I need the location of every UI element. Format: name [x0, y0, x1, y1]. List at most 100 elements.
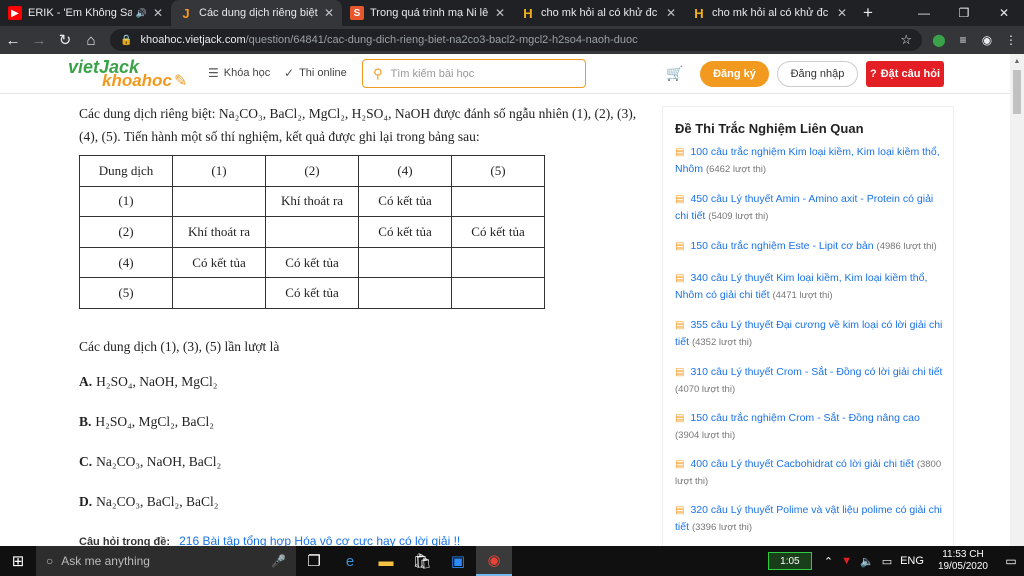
pencil-icon: ✎: [174, 73, 188, 90]
address-bar[interactable]: 🔒 khoahoc.vietjack.com/question/64841/ca…: [110, 29, 922, 51]
zoom-icon[interactable]: ▣: [440, 546, 476, 576]
browser-tab[interactable]: H cho mk hỏi al có khử đc oxit a ✕: [684, 0, 855, 26]
sidebar-exam-item[interactable]: ▤ 100 câu trắc nghiệm Kim loại kiềm, Kim …: [675, 144, 945, 178]
table-cell: [451, 277, 545, 309]
tab-title: Trong quá trình mạ Ni lên một: [370, 7, 489, 19]
page-scrollbar[interactable]: ▲: [1010, 54, 1024, 546]
hamburger-icon: ☰: [208, 66, 219, 80]
sidebar-exam-item[interactable]: ▤ 400 câu Lý thuyết Cacbohidrat có lời gi…: [675, 456, 945, 490]
option-letter: B.: [79, 414, 92, 429]
search-input[interactable]: ⚲ Tìm kiếm bài học: [362, 59, 586, 88]
answer-option-a[interactable]: A. H₂SO₄, NaOH, MgCl₂: [79, 374, 218, 390]
file-explorer-icon[interactable]: ▬: [368, 546, 404, 576]
answer-option-b[interactable]: B. H₂SO₄, MgCl₂, BaCl₂: [79, 414, 214, 430]
chevron-up-icon[interactable]: ⌃: [824, 555, 833, 568]
table-header-cell: (4): [358, 155, 452, 187]
windows-start-icon[interactable]: ⊞: [0, 546, 36, 576]
sidebar-exam-item[interactable]: ▤ 340 câu Lý thuyết Kim loại kiềm, Kim lo…: [675, 270, 945, 304]
antivirus-icon[interactable]: ▼: [841, 555, 852, 567]
task-view-icon[interactable]: ❐: [296, 546, 332, 576]
login-button[interactable]: Đăng nhập: [777, 61, 858, 87]
close-icon[interactable]: ✕: [495, 6, 505, 20]
new-tab-button[interactable]: +: [855, 0, 881, 26]
option-letter: A.: [79, 374, 93, 389]
sidebar-exam-count: (3904 lượt thi): [675, 430, 736, 441]
ask-question-button[interactable]: ? Đặt câu hỏi: [866, 61, 944, 87]
table-cell: (1): [79, 185, 173, 218]
s-icon: S: [350, 6, 364, 20]
nav-quiz[interactable]: ✓ Thi online: [284, 66, 347, 80]
browser-toolbar: ← → ↻ ⌂ 🔒 khoahoc.vietjack.com/question/…: [0, 26, 1024, 54]
window-controls: — ❐ ✕: [904, 0, 1024, 26]
taskbar-search-placeholder: Ask me anything: [61, 554, 150, 568]
nav-courses[interactable]: ☰ Khóa học: [208, 66, 270, 80]
network-icon[interactable]: ▭: [882, 555, 892, 568]
document-icon: ▤: [675, 505, 685, 516]
home-icon[interactable]: ⌂: [78, 27, 104, 53]
back-icon[interactable]: ←: [0, 27, 26, 53]
table-cell: Khí thoát ra: [265, 185, 359, 218]
microphone-icon[interactable]: 🎤: [271, 554, 286, 568]
reload-icon[interactable]: ↻: [52, 27, 78, 53]
speaker-icon[interactable]: 🔊: [136, 8, 147, 19]
scrollbar-thumb[interactable]: [1013, 70, 1021, 114]
browser-tab[interactable]: H cho mk hỏi al có khử đc oxit a ✕: [513, 0, 684, 26]
table-header-cell: (2): [265, 155, 359, 187]
table-cell: (5): [79, 277, 173, 309]
sidebar-exam-item[interactable]: ▤ 150 câu trắc nghiệm Crom - Sắt - Đồng n…: [675, 410, 945, 444]
input-language[interactable]: ENG: [900, 555, 924, 567]
close-icon[interactable]: ✕: [153, 6, 163, 20]
sidebar-exam-count: (5409 lượt thi): [708, 211, 769, 222]
sidebar-exam-item[interactable]: ▤ 355 câu Lý thuyết Đại cương về kim loại…: [675, 317, 945, 351]
vietjack-logo[interactable]: vietJack khoahoc ✎: [68, 57, 190, 91]
clock[interactable]: 11:53 CH 19/05/2020: [938, 549, 988, 573]
browser-tab-active[interactable]: J Các dung dịch riêng biệt: Na2C ✕: [171, 0, 342, 26]
url-domain: khoahoc.vietjack.com: [140, 34, 246, 46]
related-exam-link[interactable]: 216 Bài tập tổng hợp Hóa vô cơ cực hay c…: [179, 534, 460, 546]
more-menu-icon[interactable]: ⋮: [1000, 29, 1022, 51]
close-icon[interactable]: ✕: [837, 6, 847, 20]
bookmark-star-icon[interactable]: ☆: [900, 32, 912, 48]
volume-icon[interactable]: 🔈: [860, 555, 874, 568]
restore-icon[interactable]: ❐: [944, 0, 984, 26]
close-icon[interactable]: ✕: [666, 6, 676, 20]
answer-option-d[interactable]: D. Na₂CO₃, BaCl₂, BaCl₂: [79, 494, 218, 510]
sidebar-exam-count: (4471 lượt thi): [772, 290, 833, 301]
document-icon: ▤: [675, 194, 685, 205]
browser-tab[interactable]: S Trong quá trình mạ Ni lên một ✕: [342, 0, 513, 26]
site-header: vietJack khoahoc ✎ ☰ Khóa học ✓ Thi onli…: [0, 54, 1010, 94]
shield-extension-icon[interactable]: ⬤: [928, 29, 950, 51]
system-tray: 1:05 ⌃ ▼ 🔈 ▭ ENG 11:53 CH 19/05/2020 ▭: [767, 546, 1024, 576]
document-icon: ▤: [675, 459, 685, 470]
tab-title: cho mk hỏi al có khử đc oxit a: [541, 7, 660, 19]
search-placeholder: Tìm kiếm bài học: [390, 67, 475, 80]
table-header-cell: Dung dịch: [79, 155, 173, 187]
sidebar-exam-count: (6462 lượt thi): [705, 164, 767, 175]
menu-list-icon[interactable]: ≡: [952, 29, 974, 51]
check-circle-icon: ✓: [284, 66, 295, 80]
profile-avatar-icon[interactable]: ◉: [976, 29, 998, 51]
browser-tab[interactable]: ▶ ERIK - 'Em Không Sai, Chú 🔊 ✕: [0, 0, 171, 26]
close-window-icon[interactable]: ✕: [984, 0, 1024, 26]
table-row: (2) Khí thoát ra Có kết tủa Có kết tủa: [79, 216, 545, 248]
signup-button[interactable]: Đăng ký: [700, 61, 769, 87]
chrome-icon[interactable]: ◉: [476, 546, 512, 576]
clock-time: 11:53 CH: [942, 549, 984, 560]
lock-icon[interactable]: 🔒: [120, 35, 132, 46]
store-icon[interactable]: 🛍: [404, 546, 440, 576]
forward-icon[interactable]: →: [26, 27, 52, 53]
sidebar-exam-item[interactable]: ▤ 150 câu trắc nghiệm Este - Lipit cơ bản…: [675, 238, 945, 255]
sidebar-exam-item[interactable]: ▤ 320 câu Lý thuyết Polime và vật liệu po…: [675, 502, 945, 536]
related-exam: Câu hỏi trong đề: 216 Bài tập tổng hợp H…: [79, 534, 460, 546]
scroll-up-icon[interactable]: ▲: [1010, 54, 1024, 68]
edge-icon[interactable]: e: [332, 546, 368, 576]
battery-indicator[interactable]: 1:05: [767, 552, 812, 570]
close-icon[interactable]: ✕: [324, 6, 334, 20]
notification-icon[interactable]: ▭: [998, 554, 1024, 568]
taskbar-search-input[interactable]: ○ Ask me anything 🎤: [36, 546, 296, 576]
sidebar-exam-item[interactable]: ▤ 450 câu Lý thuyết Amin - Amino axit - P…: [675, 191, 945, 225]
minimize-icon[interactable]: —: [904, 0, 944, 26]
answer-option-c[interactable]: C. Na₂CO₃, NaOH, BaCl₂: [79, 454, 221, 470]
cart-icon[interactable]: 🛒: [666, 65, 683, 82]
sidebar-exam-item[interactable]: ▤ 310 câu Lý thuyết Crom - Sắt - Đồng có …: [675, 364, 945, 398]
